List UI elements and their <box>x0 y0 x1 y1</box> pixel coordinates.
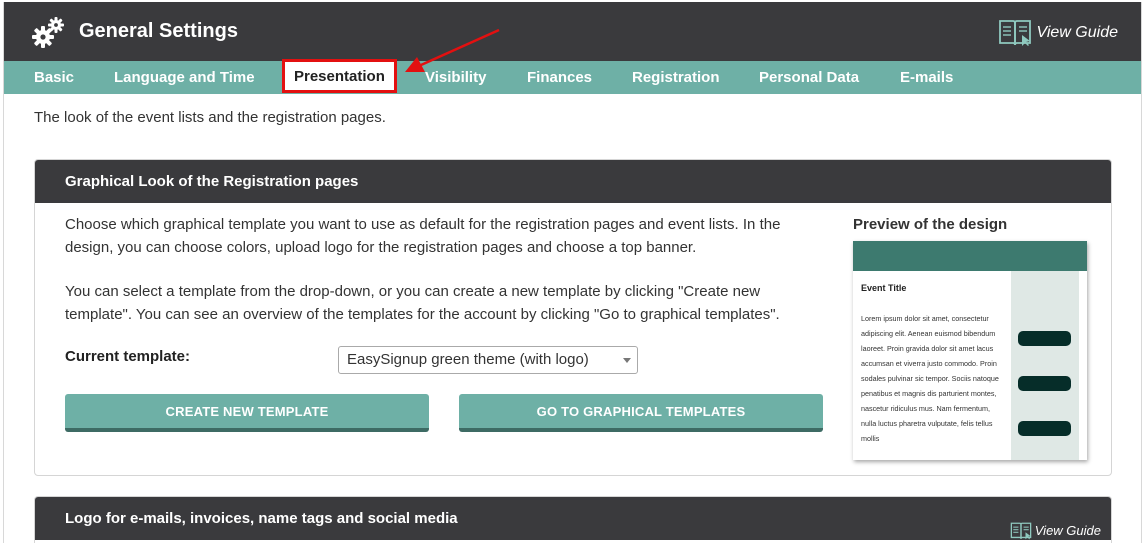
go-to-graphical-templates-button[interactable]: GO TO GRAPHICAL TEMPLATES <box>459 394 823 432</box>
logo-panel: Logo for e-mails, invoices, name tags an… <box>34 496 1112 543</box>
gears-icon <box>32 17 64 48</box>
view-guide-link[interactable]: View Guide <box>998 19 1118 47</box>
preview-event-title: Event Title <box>861 283 907 293</box>
description-paragraph: Choose which graphical template you want… <box>65 216 781 256</box>
tab-basic[interactable]: Basic <box>34 61 74 94</box>
preview-header-bar <box>853 241 1087 271</box>
tab-language-and-time[interactable]: Language and Time <box>114 61 255 94</box>
current-template-select[interactable]: EasySignup green theme (with logo) <box>338 346 638 374</box>
view-guide-label: View Guide <box>1034 523 1101 538</box>
tab-presentation[interactable]: Presentation <box>282 59 397 93</box>
view-guide-label: View Guide <box>1036 24 1118 41</box>
preview-button <box>1018 421 1071 436</box>
chevron-down-icon <box>623 358 631 363</box>
preview-body-text: Lorem ipsum dolor sit amet, consectetur … <box>861 314 999 443</box>
tab-finances[interactable]: Finances <box>527 61 592 94</box>
preview-title: Preview of the design <box>853 216 1008 233</box>
page-title: General Settings <box>79 20 238 42</box>
annotation-arrow-icon <box>405 28 500 72</box>
panel-header: Logo for e-mails, invoices, name tags an… <box>35 497 1111 540</box>
section-description: The look of the event lists and the regi… <box>34 109 386 126</box>
panel-title: Logo for e-mails, invoices, name tags an… <box>65 510 458 527</box>
panel-title: Graphical Look of the Registration pages <box>35 160 1111 203</box>
preview-sidebar <box>1011 271 1079 460</box>
design-preview: Event Title Lorem ipsum dolor sit amet, … <box>853 241 1087 460</box>
tab-emails[interactable]: E-mails <box>900 61 953 94</box>
view-guide-link[interactable]: View Guide <box>1010 509 1101 543</box>
tab-personal-data[interactable]: Personal Data <box>759 61 859 94</box>
description-paragraph: You can select a template from the drop-… <box>65 283 780 323</box>
preview-button <box>1018 376 1071 391</box>
tab-registration[interactable]: Registration <box>632 61 720 94</box>
settings-window: General Settings View Guide Basic Langua… <box>3 2 1142 543</box>
create-new-template-button[interactable]: CREATE NEW TEMPLATE <box>65 394 429 432</box>
book-icon <box>999 20 1032 46</box>
top-bar: General Settings View Guide <box>4 2 1141 61</box>
current-template-label: Current template: <box>65 348 191 365</box>
preview-button <box>1018 331 1071 346</box>
graphical-look-panel: Graphical Look of the Registration pages… <box>34 159 1112 476</box>
book-icon <box>1010 522 1032 539</box>
tab-bar: Basic Language and Time Presentation Vis… <box>4 59 1141 94</box>
current-template-value: EasySignup green theme (with logo) <box>347 351 589 368</box>
